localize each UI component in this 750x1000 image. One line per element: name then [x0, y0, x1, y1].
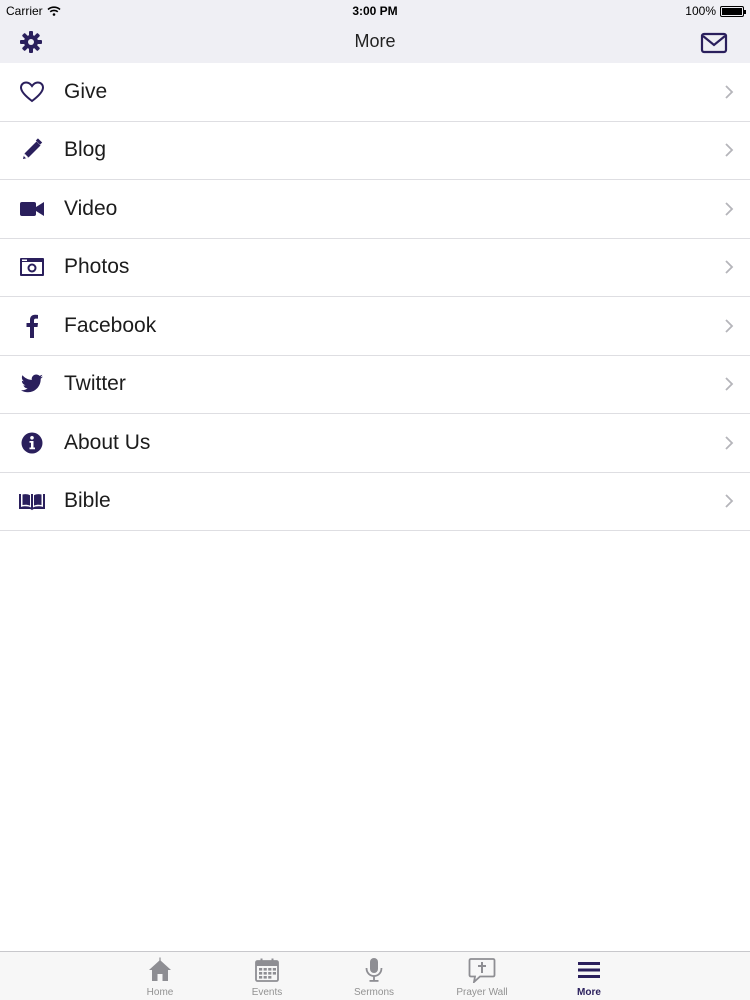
page-title: More	[354, 31, 396, 51]
menu-icon	[575, 956, 603, 984]
more-screen: Carrier 3:00 PM 100% More Give Blog Vide…	[0, 0, 750, 1000]
camera-icon	[18, 253, 46, 281]
chevron-right-icon	[725, 494, 734, 508]
tab-prayer-wall[interactable]: Prayer Wall	[432, 952, 532, 1000]
calendar-icon	[253, 956, 281, 984]
tab-events[interactable]: Events	[217, 952, 317, 1000]
heart-icon	[18, 78, 46, 106]
tab-more[interactable]: More	[539, 952, 639, 1000]
menu-item-label: Video	[64, 196, 118, 220]
twitter-icon	[18, 370, 46, 398]
prayer-bubble-icon	[468, 956, 496, 984]
video-camera-icon	[18, 195, 46, 223]
chevron-right-icon	[725, 85, 734, 99]
tab-label: Prayer Wall	[456, 987, 508, 998]
battery-icon	[720, 5, 746, 17]
menu-item-video[interactable]: Video	[0, 180, 750, 239]
chevron-right-icon	[725, 436, 734, 450]
facebook-icon	[18, 312, 46, 340]
tab-label: Home	[146, 987, 174, 998]
menu-item-label: Facebook	[64, 313, 157, 337]
menu-item-photos[interactable]: Photos	[0, 238, 750, 297]
menu-item-label: About Us	[64, 430, 151, 454]
pencil-icon	[18, 136, 46, 164]
status-bar: Carrier 3:00 PM 100%	[0, 0, 750, 22]
tab-label: Sermons	[353, 987, 394, 998]
menu-item-label: Twitter	[64, 372, 126, 396]
chevron-right-icon	[725, 202, 734, 216]
menu-item-label: Bible	[64, 489, 111, 513]
menu-item-label: Give	[64, 79, 108, 103]
menu-item-bible[interactable]: Bible	[0, 472, 750, 531]
microphone-icon	[360, 956, 388, 984]
tab-bar: Home Events Sermons Prayer Wall More	[0, 951, 750, 1000]
chevron-right-icon	[725, 319, 734, 333]
tab-label: More	[577, 987, 601, 998]
menu-item-label: Photos	[64, 255, 130, 279]
tab-home[interactable]: Home	[110, 952, 210, 1000]
menu-item-label: Blog	[64, 138, 107, 162]
chevron-right-icon	[725, 260, 734, 274]
more-menu-list: Give Blog Video Photos Facebook Twitter …	[0, 63, 750, 531]
home-icon	[146, 956, 174, 984]
chevron-right-icon	[725, 143, 734, 157]
battery-percent: 100%	[685, 4, 716, 18]
navigation-bar: More	[0, 22, 750, 63]
book-icon	[18, 487, 46, 515]
battery-indicator: 100%	[685, 4, 746, 18]
mail-icon	[700, 32, 728, 54]
mail-button[interactable]	[700, 31, 728, 55]
menu-item-give[interactable]: Give	[0, 63, 750, 122]
menu-item-facebook[interactable]: Facebook	[0, 297, 750, 356]
menu-item-about-us[interactable]: About Us	[0, 414, 750, 473]
info-icon	[18, 429, 46, 457]
tab-label: Events	[251, 987, 283, 998]
tab-sermons[interactable]: Sermons	[324, 952, 424, 1000]
status-time: 3:00 PM	[352, 4, 398, 18]
menu-item-blog[interactable]: Blog	[0, 121, 750, 180]
chevron-right-icon	[725, 377, 734, 391]
menu-item-twitter[interactable]: Twitter	[0, 355, 750, 414]
